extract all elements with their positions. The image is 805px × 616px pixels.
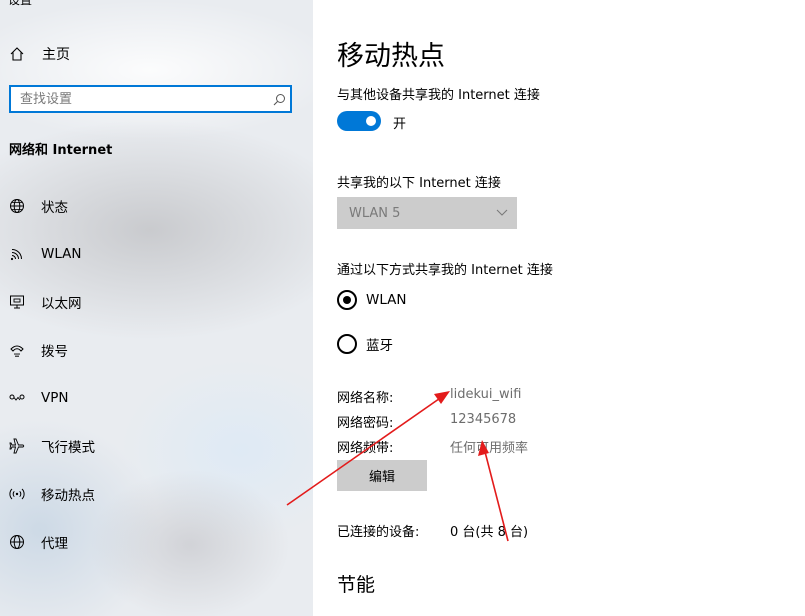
share-over-label: 通过以下方式共享我的 Internet 连接 <box>337 263 553 278</box>
dropdown-value: WLAN 5 <box>349 205 401 221</box>
sidebar-item-hotspot[interactable]: 移动热点 <box>8 482 298 506</box>
connected-devices-label: 已连接的设备: <box>337 525 420 540</box>
power-saving-heading: 节能 <box>337 574 376 596</box>
toggle-state-label: 开 <box>393 117 407 132</box>
sidebar-item-label: 飞行模式 <box>41 440 95 456</box>
radio-label: 蓝牙 <box>366 338 393 354</box>
section-title: 网络和 Internet <box>9 143 113 158</box>
globe-status-icon <box>8 197 26 215</box>
radio-label: WLAN <box>366 292 407 308</box>
sidebar-item-wlan[interactable]: WLAN <box>8 242 298 266</box>
search-box[interactable] <box>9 85 292 113</box>
backdrop-blur <box>0 0 313 140</box>
sidebar-item-airplane[interactable]: 飞行模式 <box>8 434 298 458</box>
sidebar-item-label: 状态 <box>41 200 68 216</box>
radio-button[interactable] <box>337 334 357 354</box>
toggle-knob <box>366 116 376 126</box>
sidebar-item-status[interactable]: 状态 <box>8 194 298 218</box>
sidebar-item-label: 代理 <box>41 536 68 552</box>
page-title: 移动热点 <box>337 41 445 72</box>
sidebar-item-vpn[interactable]: VPN <box>8 386 298 410</box>
connected-devices-value: 0 台(共 8 台) <box>450 525 529 540</box>
network-band-value: 任何可用频率 <box>450 441 529 456</box>
radio-option-bluetooth[interactable]: 蓝牙 <box>337 334 393 354</box>
sidebar-item-label: 主页 <box>42 47 70 63</box>
network-name-value: lidekui_wifi <box>450 387 522 402</box>
sidebar-item-label: VPN <box>41 390 69 406</box>
sidebar: 设置 主页 网络和 Internet 状态 WLAN 以太网 <box>0 0 313 616</box>
chevron-down-icon <box>487 209 517 217</box>
hotspot-icon <box>8 485 26 503</box>
radio-option-wlan[interactable]: WLAN <box>337 290 407 310</box>
ethernet-icon <box>8 293 26 311</box>
sidebar-item-proxy[interactable]: 代理 <box>8 530 298 554</box>
radio-button-checked[interactable] <box>337 290 357 310</box>
share-toggle[interactable] <box>337 111 381 131</box>
search-icon[interactable] <box>268 93 290 106</box>
edit-button[interactable]: 编辑 <box>337 460 427 491</box>
network-name-label: 网络名称: <box>337 391 394 406</box>
sidebar-item-label: WLAN <box>41 246 82 262</box>
sidebar-item-ethernet[interactable]: 以太网 <box>8 290 298 314</box>
sidebar-item-label: 移动热点 <box>41 488 95 504</box>
home-icon <box>8 45 26 63</box>
sidebar-item-label: 以太网 <box>41 296 82 312</box>
globe-icon <box>8 533 26 551</box>
share-from-label: 共享我的以下 Internet 连接 <box>337 176 501 191</box>
network-band-label: 网络频带: <box>337 441 394 456</box>
share-internet-label: 与其他设备共享我的 Internet 连接 <box>337 88 540 103</box>
wifi-icon <box>8 245 26 263</box>
dialup-icon <box>8 341 26 359</box>
vpn-icon <box>8 389 26 407</box>
search-input[interactable] <box>11 90 268 108</box>
airplane-icon <box>8 437 26 455</box>
network-password-value: 12345678 <box>450 412 517 427</box>
sidebar-item-home[interactable]: 主页 <box>8 44 70 64</box>
sidebar-item-label: 拨号 <box>41 344 68 360</box>
sidebar-item-dialup[interactable]: 拨号 <box>8 338 298 362</box>
window-title: 设置 <box>8 0 33 7</box>
network-password-label: 网络密码: <box>337 416 394 431</box>
share-from-dropdown[interactable]: WLAN 5 <box>337 197 517 229</box>
main-content: 移动热点 与其他设备共享我的 Internet 连接 开 共享我的以下 Inte… <box>313 0 805 616</box>
